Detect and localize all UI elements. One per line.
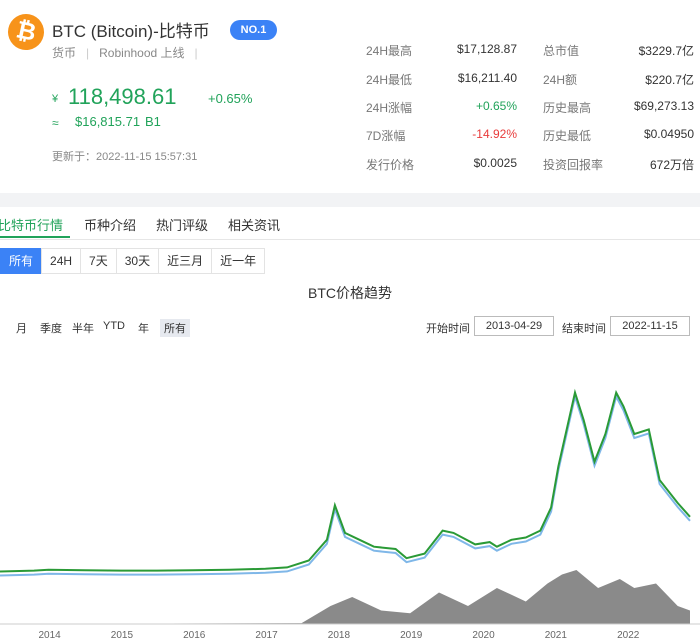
zoom-year[interactable]: 年 <box>134 319 153 337</box>
stat-label: 24H最高 <box>366 44 413 58</box>
range-1y[interactable]: 近一年 <box>211 248 266 274</box>
stat-label: 发行价格 <box>366 158 415 172</box>
tab-market[interactable]: 比特币行情 <box>0 215 63 234</box>
stat-label: 24H涨幅 <box>366 101 413 115</box>
range-30d[interactable]: 30天 <box>115 248 160 274</box>
stat-value: $69,273.13 <box>633 99 694 113</box>
updated-time: 更新于：2022-11-15 15:57:31 <box>52 151 198 163</box>
range-3m[interactable]: 近三月 <box>158 248 213 274</box>
x-tick-label: 2016 <box>183 630 206 641</box>
section-divider <box>0 193 700 207</box>
stat-value: -14.92% <box>472 127 517 141</box>
chart-title: BTC价格趋势 <box>308 285 392 301</box>
end-date-input[interactable]: 2022-11-15 <box>610 316 690 336</box>
coin-name: BTC (Bitcoin)-比特币 <box>52 22 210 41</box>
cny-symbol: ¥ <box>52 93 59 105</box>
stat-value: $0.04950 <box>643 127 694 141</box>
stat-label: 历史最低 <box>543 129 592 143</box>
zoom-halfyear[interactable]: 半年 <box>68 319 98 337</box>
stat-label: 总市值 <box>543 44 580 58</box>
zoom-all[interactable]: 所有 <box>160 319 190 337</box>
zoom-ytd[interactable]: YTD <box>99 319 129 333</box>
zoom-month[interactable]: 月 <box>12 319 31 337</box>
coin-category[interactable]: 货币 <box>52 46 76 60</box>
range-7d[interactable]: 7天 <box>80 248 117 274</box>
price-line-shadow <box>0 392 691 577</box>
x-tick-label: 2020 <box>472 630 495 641</box>
x-tick-label: 2017 <box>255 630 278 641</box>
tab-bar: 比特币行情 币种介绍 热门评级 相关资讯 <box>0 207 700 240</box>
stat-value: 672万倍 <box>649 158 694 172</box>
stat-value: $17,128.87 <box>456 42 517 56</box>
zoom-quarter[interactable]: 季度 <box>36 319 66 337</box>
stat-value: $220.7亿 <box>645 73 694 87</box>
price-unit: B1 <box>145 114 161 129</box>
price-usd: $16,815.71 <box>75 114 141 129</box>
x-tick-label: 2021 <box>544 630 567 641</box>
coin-header: ₿ BTC (Bitcoin)-比特币 NO.1 货币 | Robinhood 上线… <box>0 0 700 193</box>
stat-label: 7D涨幅 <box>366 129 406 143</box>
stat-value: $0.0025 <box>473 156 517 170</box>
volume-area <box>0 570 690 624</box>
x-tick-label: 2014 <box>38 630 61 641</box>
stat-label: 24H额 <box>543 73 578 87</box>
x-tick-label: 2019 <box>400 630 423 641</box>
tab-news[interactable]: 相关资讯 <box>228 215 280 234</box>
price-cny: 118,498.61 <box>68 84 177 109</box>
end-date-label: 结束时间 <box>562 323 606 335</box>
range-24h[interactable]: 24H <box>41 248 82 274</box>
tab-rating[interactable]: 热门评级 <box>156 215 208 234</box>
coin-subline: 货币 | Robinhood 上线 | <box>52 46 198 60</box>
x-tick-label: 2022 <box>617 630 640 641</box>
stat-value: +0.65% <box>475 99 517 113</box>
rank-badge: NO.1 <box>230 20 277 40</box>
active-tab-indicator <box>0 236 70 238</box>
x-tick-label: 2018 <box>327 630 351 641</box>
approx-symbol: ≈ <box>52 116 59 130</box>
price-chart[interactable] <box>0 340 700 630</box>
stat-label: 24H最低 <box>366 73 413 87</box>
range-all[interactable]: 所有 <box>0 248 43 274</box>
price-change-pct: +0.65% <box>208 91 253 106</box>
tab-intro[interactable]: 币种介绍 <box>84 215 136 234</box>
price-line <box>0 388 691 573</box>
stat-label: 历史最高 <box>543 101 592 115</box>
stat-value: $16,211.40 <box>457 71 517 85</box>
x-tick-label: 2015 <box>110 630 134 641</box>
coin-listing: Robinhood 上线 <box>99 46 185 60</box>
bitcoin-logo-icon: ₿ <box>4 10 48 54</box>
start-date-label: 开始时间 <box>426 323 470 335</box>
stat-value: $3229.7亿 <box>638 44 694 58</box>
range-selector: 所有 24H 7天 30天 近三月 近一年 <box>0 248 266 274</box>
start-date-input[interactable]: 2013-04-29 <box>474 316 554 336</box>
